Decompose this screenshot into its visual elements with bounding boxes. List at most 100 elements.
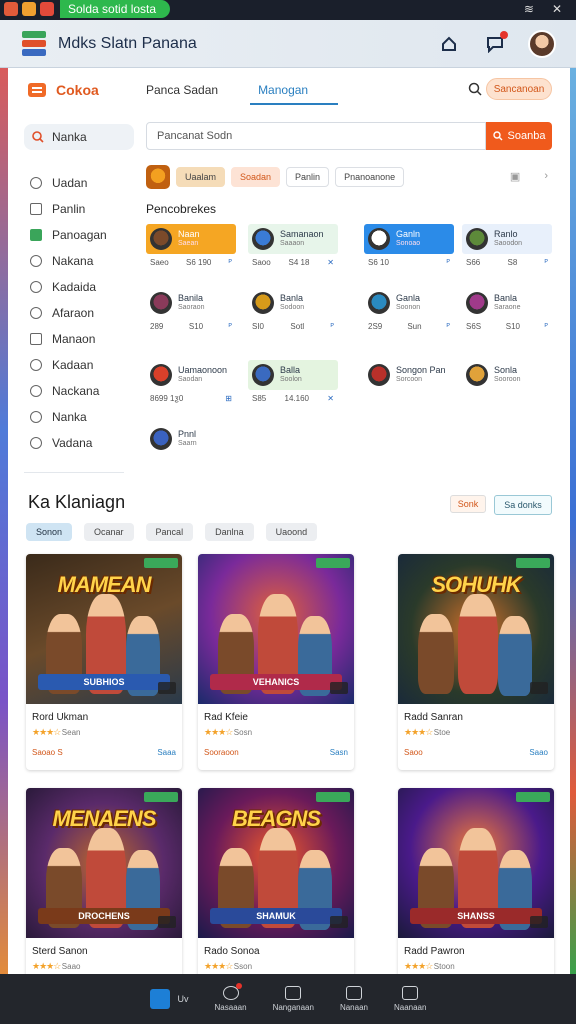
game-card-stat: ✕ bbox=[327, 394, 334, 403]
game-card-stat: ᴾ bbox=[544, 322, 548, 331]
sidebar-item-label: Afaraon bbox=[52, 306, 95, 320]
rating-badge-icon bbox=[530, 916, 548, 928]
status-pill[interactable]: Solda sotid losta bbox=[60, 0, 171, 18]
chip[interactable]: Uaalam bbox=[176, 167, 226, 187]
game-rating-row: ★★★☆ Stoon bbox=[404, 961, 548, 972]
search-button[interactable]: Soanba bbox=[486, 122, 552, 150]
game-tile[interactable]: VEHANICS Rad Kfeie ★★★☆ Sosn Sooraoon Sasn bbox=[198, 554, 354, 770]
game-card-name: Ranlo Saoodon bbox=[494, 229, 522, 249]
avatar[interactable] bbox=[528, 30, 556, 58]
game-card-meta: 289 S10 ᴾ bbox=[146, 322, 236, 331]
filter-chip[interactable]: Ocanar bbox=[84, 523, 134, 541]
game-tile[interactable]: SHANSS Radd Pawron ★★★☆ Stoon bbox=[398, 788, 554, 974]
sidebar-item[interactable]: Kadaan bbox=[24, 352, 134, 378]
sidebar-search[interactable]: Nanka bbox=[24, 124, 134, 150]
game-card-subtitle: Saaaon bbox=[280, 240, 305, 247]
search-icon[interactable] bbox=[468, 82, 482, 96]
sidebar-item[interactable]: Uadan bbox=[24, 170, 134, 196]
game-card[interactable]: Banla Saraone S6S S10 ᴾ bbox=[462, 288, 552, 342]
game-card-stat: Saeo bbox=[150, 258, 169, 267]
game-card[interactable]: Ranlo Saoodon S66 S8 ᴾ bbox=[462, 224, 552, 278]
window-icon bbox=[4, 2, 18, 16]
sidebar-item[interactable]: Vadana bbox=[24, 430, 134, 456]
sort-button[interactable]: Sonk bbox=[450, 495, 486, 513]
game-action-link[interactable]: Saaa bbox=[157, 748, 176, 757]
divider bbox=[24, 472, 124, 473]
sidebar-item[interactable]: Nanka bbox=[24, 404, 134, 430]
star-rating-icon: ★★★☆ bbox=[404, 727, 434, 737]
star-rating-icon: ★★★☆ bbox=[404, 961, 434, 971]
game-card-meta: 2S9 Sun ᴾ bbox=[364, 322, 454, 331]
cover-subtitle: SHANSS bbox=[410, 908, 542, 924]
grid-icon[interactable]: ▣ bbox=[510, 170, 520, 183]
game-card-meta: Saoo S4 18 ✕ bbox=[248, 258, 338, 267]
game-card-name: Songon Pan Sorcoon bbox=[396, 365, 446, 385]
sidebar-item-label: Manaon bbox=[52, 332, 96, 346]
game-card[interactable]: Banla Sodoon SI0 Sotl ᴾ bbox=[248, 288, 338, 342]
game-card[interactable]: Uamaonoon Saodan 8699 1ƺ0 ⊞ bbox=[146, 360, 236, 414]
sidebar-item[interactable]: Nakana bbox=[24, 248, 134, 274]
chip[interactable]: Pnanoanone bbox=[335, 167, 405, 187]
chip[interactable]: Panlin bbox=[286, 167, 330, 187]
game-card-stat: SI0 bbox=[252, 322, 265, 331]
view-all-button[interactable]: Sa donks bbox=[494, 495, 552, 515]
home-icon[interactable] bbox=[436, 31, 462, 57]
filter-chip[interactable]: Uaoond bbox=[265, 523, 318, 541]
brand[interactable]: Cokoa bbox=[28, 76, 134, 104]
search-input[interactable]: Pancanat Sodn bbox=[146, 122, 486, 150]
game-card[interactable]: Ganla Soonon 2S9 Sun ᴾ bbox=[364, 288, 454, 342]
game-card[interactable]: Naan Saean Saeo S6 190 ᴾ bbox=[146, 224, 236, 278]
bottom-nav-item[interactable]: Nasaaan bbox=[215, 983, 247, 1012]
close-icon[interactable]: ✕ bbox=[552, 2, 562, 16]
filter-chip[interactable]: Pancal bbox=[145, 523, 194, 541]
game-card[interactable]: Sonla Sooroon bbox=[462, 360, 552, 414]
top-action-pill[interactable]: Sancanoan bbox=[486, 78, 552, 100]
game-card-name: Pnnl Saarn bbox=[178, 429, 197, 449]
sidebar-item[interactable]: Nackana bbox=[24, 378, 134, 404]
game-card-subtitle: Sodoon bbox=[280, 304, 305, 311]
game-action-link[interactable]: Sasn bbox=[330, 748, 348, 757]
game-card[interactable]: Pnnl Saarn bbox=[146, 424, 236, 478]
section-title: Ka Klaniagn bbox=[28, 492, 126, 512]
game-card-meta: 8699 1ƺ0 ⊞ bbox=[146, 394, 236, 403]
filter-chip[interactable]: Danlna bbox=[205, 523, 254, 541]
sidebar-item[interactable]: Panoagan bbox=[24, 222, 134, 248]
bottom-nav-item[interactable]: Nanaan bbox=[340, 986, 368, 1012]
chip[interactable]: Soadan bbox=[231, 167, 281, 187]
game-card-subtitle: Soonon bbox=[396, 304, 421, 311]
game-card-subtitle: Saodan bbox=[178, 376, 203, 383]
sidebar-item[interactable]: Kadaida bbox=[24, 274, 134, 300]
game-name: Radd Sanran bbox=[404, 712, 463, 723]
filter-chip[interactable]: Sonon bbox=[26, 523, 73, 541]
game-card[interactable]: Samanaon Saaaon Saoo S4 18 ✕ bbox=[248, 224, 338, 278]
game-card-title: Songon Pan bbox=[396, 365, 446, 375]
new-badge bbox=[516, 558, 550, 568]
game-card[interactable]: Balla Soolon S85 14.160 ✕ bbox=[248, 360, 338, 414]
sidebar-item[interactable]: Afaraon bbox=[24, 300, 134, 326]
sidebar-item[interactable]: Manaon bbox=[24, 326, 134, 352]
game-card-name: Banla Sodoon bbox=[280, 293, 304, 313]
game-name: Rad Kfeie bbox=[204, 712, 248, 723]
chat-icon[interactable] bbox=[482, 31, 508, 57]
game-card-title: Uamaonoon bbox=[178, 365, 228, 375]
game-action-link[interactable]: Saao bbox=[529, 748, 548, 757]
game-tile[interactable]: SOHUHK Radd Sanran ★★★☆ Stoe Saoo Saao bbox=[398, 554, 554, 770]
game-card[interactable]: Banila Saoraon 289 S10 ᴾ bbox=[146, 288, 236, 342]
bottom-nav-item[interactable]: Uv bbox=[149, 989, 189, 1009]
game-tile[interactable]: MAMEAN SUBHIOS Rord Ukman ★★★☆ Sean Saoao SS… bbox=[26, 554, 182, 770]
game-icon bbox=[150, 292, 172, 314]
tab-manogan[interactable]: Manogan bbox=[250, 83, 339, 105]
game-card-stat: S6 190 bbox=[185, 258, 212, 267]
store-icon bbox=[149, 989, 170, 1009]
game-card[interactable]: Songon Pan Sorcoon bbox=[364, 360, 454, 414]
chevron-right-icon[interactable]: › bbox=[544, 170, 548, 183]
game-tile[interactable]: BEAGNS SHAMUK Rado Sonoa ★★★☆ Sson bbox=[198, 788, 354, 974]
library-icon bbox=[345, 986, 362, 1000]
sidebar-item[interactable]: Panlin bbox=[24, 196, 134, 222]
game-tile[interactable]: MENAENS DROCHENS Sterd Sanon ★★★☆ Saao bbox=[26, 788, 182, 974]
tab-overview[interactable]: Panca Sadan bbox=[146, 83, 218, 97]
bottom-nav-item[interactable]: Naanaan bbox=[394, 986, 426, 1012]
game-card[interactable]: Ganln Sonoao S6 10 ᴾ bbox=[364, 224, 454, 278]
bottom-nav-item[interactable]: Nanganaan bbox=[273, 986, 314, 1012]
main-panel: Cokoa Nanka Uadan Panlin Panoagan Nakana Kad… bbox=[8, 68, 570, 974]
